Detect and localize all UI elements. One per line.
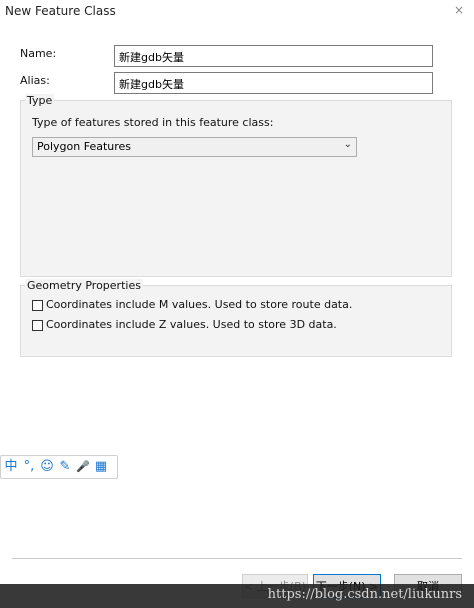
name-input[interactable]: 新建gdb矢量 <box>114 45 433 67</box>
punctuation-icon[interactable]: °, <box>22 457 36 477</box>
geometry-group-legend: Geometry Properties <box>25 279 143 292</box>
type-group-legend: Type <box>25 94 55 107</box>
m-values-checkbox[interactable] <box>32 300 43 311</box>
z-values-checkbox[interactable] <box>32 320 43 331</box>
alias-input[interactable]: 新建gdb矢量 <box>114 72 433 94</box>
feature-type-select[interactable]: Polygon Features ⌄ <box>32 137 357 157</box>
window-title: New Feature Class <box>5 4 116 18</box>
watermark-text: https://blog.csdn.net/liukunrs <box>267 587 462 602</box>
alias-label: Alias: <box>20 74 50 87</box>
chevron-down-icon: ⌄ <box>343 139 352 150</box>
close-icon[interactable]: × <box>454 3 464 17</box>
m-values-label[interactable]: Coordinates include M values. Used to st… <box>46 298 352 311</box>
microphone-icon[interactable]: 🎤 <box>76 457 90 477</box>
footer-separator <box>12 558 462 559</box>
name-label: Name: <box>20 47 57 60</box>
toolbox-icon[interactable]: ▦ <box>94 457 108 477</box>
type-description: Type of features stored in this feature … <box>32 116 274 129</box>
chinese-mode-icon[interactable]: 中 <box>4 457 18 477</box>
ime-toolbar: 中 °, ☺ ✎ 🎤 ▦ <box>0 455 118 479</box>
handwriting-icon[interactable]: ✎ <box>58 457 72 477</box>
feature-type-selected: Polygon Features <box>37 140 132 153</box>
emoji-icon[interactable]: ☺ <box>40 457 54 477</box>
z-values-label[interactable]: Coordinates include Z values. Used to st… <box>46 318 337 331</box>
title-bar: New Feature Class × <box>0 0 474 22</box>
